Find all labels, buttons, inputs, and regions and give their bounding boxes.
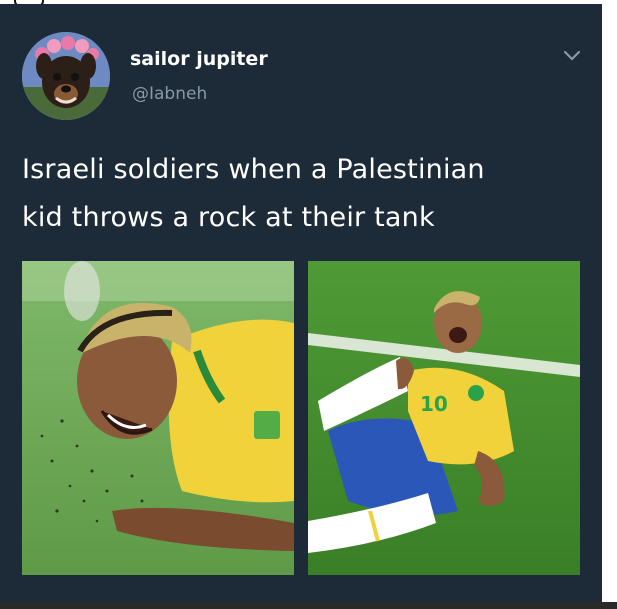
- tweet-card[interactable]: sailor jupiter @Iabneh Israeli soldiers …: [0, 4, 602, 604]
- tweet-photo-left[interactable]: [22, 261, 294, 575]
- next-post-peek: [0, 602, 617, 609]
- dog-avatar-icon: [22, 32, 110, 120]
- chevron-down-icon: [563, 50, 581, 61]
- right-margin: [602, 0, 617, 609]
- player-falling-photo: [22, 261, 294, 575]
- tweet-text: Israeli soldiers when a Palestinian kid …: [22, 154, 485, 233]
- player-rolling-photo: 10: [308, 261, 580, 575]
- display-name[interactable]: sailor jupiter: [130, 48, 268, 70]
- jersey-number: 10: [420, 392, 448, 416]
- user-handle[interactable]: @Iabneh: [132, 84, 207, 104]
- tweet-menu-button[interactable]: [562, 48, 582, 62]
- tweet-photo-right[interactable]: 10: [308, 261, 580, 575]
- user-avatar[interactable]: [22, 32, 110, 120]
